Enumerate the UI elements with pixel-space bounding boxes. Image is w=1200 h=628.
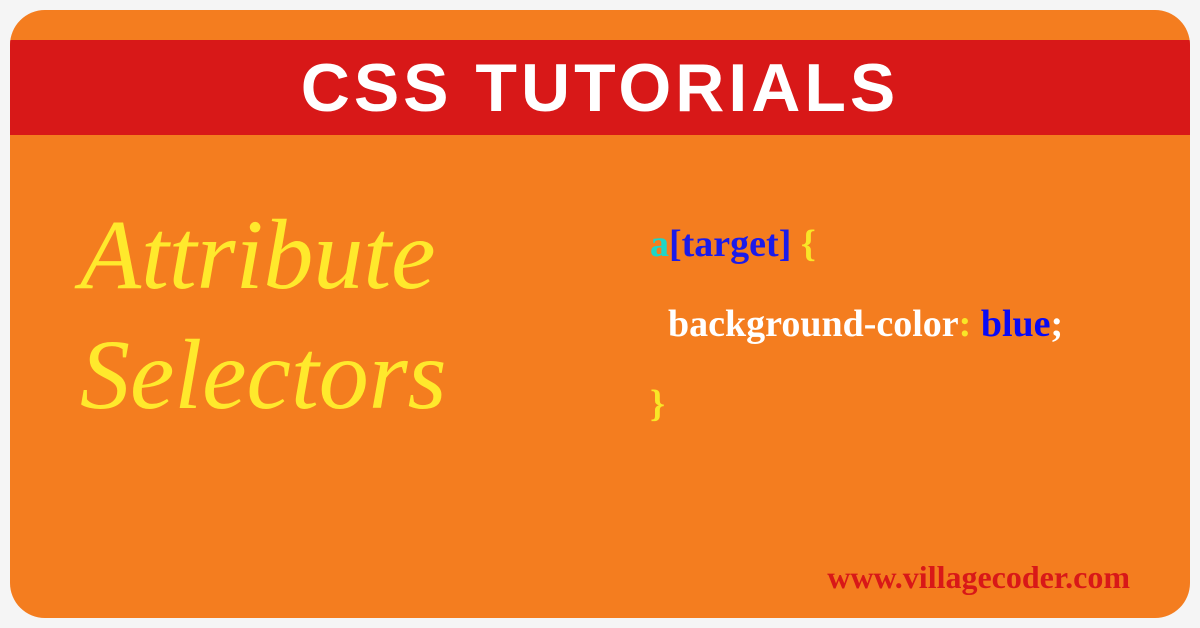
code-value: blue <box>971 303 1050 345</box>
code-tag: a <box>650 223 669 265</box>
code-line-3: } <box>650 365 1150 445</box>
tutorial-card: CSS TUTORIALS Attribute Selectors a[targ… <box>10 10 1190 618</box>
page-title: CSS TUTORIALS <box>301 49 900 127</box>
code-line-1: a[target] { <box>650 205 1150 285</box>
header-band: CSS TUTORIALS <box>10 40 1190 135</box>
code-close-brace: } <box>650 383 665 425</box>
code-semicolon: ; <box>1051 303 1064 345</box>
content-area: Attribute Selectors a[target] { backgrou… <box>10 135 1190 444</box>
code-line-2: background-color: blue; <box>650 285 1150 365</box>
code-attribute: [target] <box>669 223 791 265</box>
code-open-brace: { <box>791 223 815 265</box>
code-colon: : <box>959 303 972 345</box>
topic-heading-line1: Attribute <box>80 195 620 315</box>
topic-heading-line2: Selectors <box>80 315 620 435</box>
code-section: a[target] { background-color: blue; } <box>650 195 1150 444</box>
code-property: background-color <box>668 303 959 345</box>
topic-section: Attribute Selectors <box>80 195 620 444</box>
footer-url: www.villagecoder.com <box>827 559 1130 596</box>
